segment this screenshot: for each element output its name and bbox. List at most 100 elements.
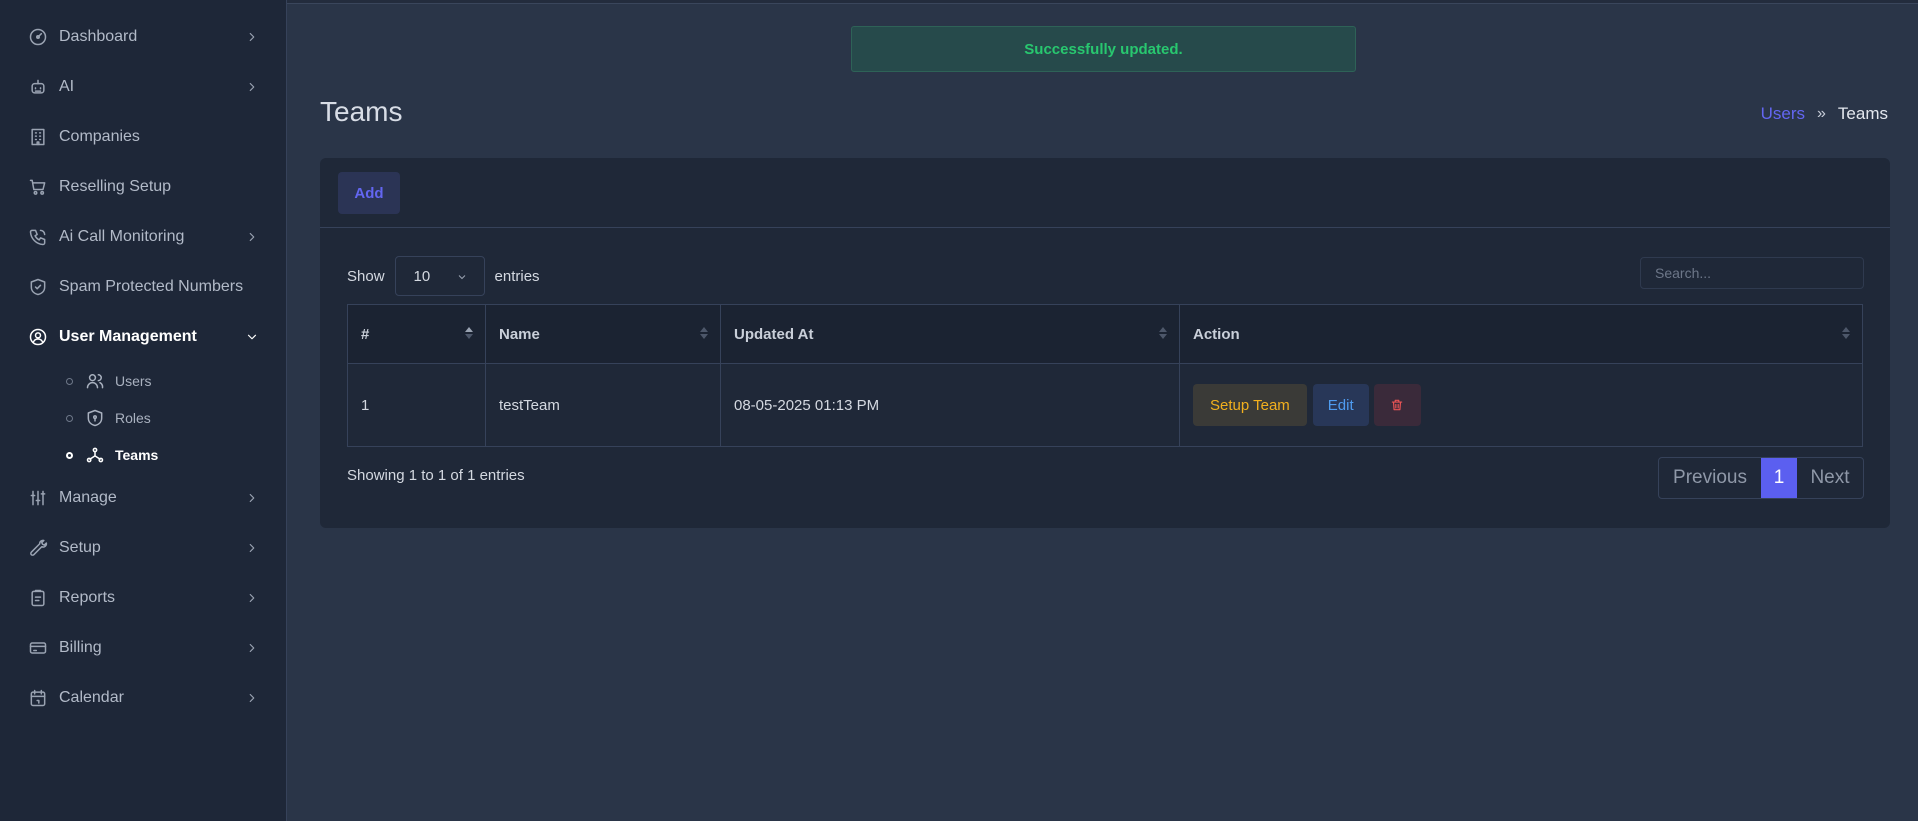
clipboard-icon (28, 588, 48, 608)
chevron-right-icon (245, 230, 259, 244)
chevron-right-icon (245, 541, 259, 555)
search-input[interactable] (1640, 257, 1864, 289)
sidebar-item-reports[interactable]: Reports (0, 573, 287, 623)
table-row: 1 testTeam 08-05-2025 01:13 PM Setup Tea… (347, 363, 1863, 447)
chevron-down-icon (456, 270, 468, 282)
sidebar-item-user-management[interactable]: User Management (0, 312, 287, 362)
column-header-label: Name (499, 325, 540, 343)
wrench-icon (28, 538, 48, 558)
sidebar-item-label: User Management (59, 328, 197, 345)
sort-icon (1842, 327, 1850, 341)
breadcrumb-current: Teams (1837, 104, 1888, 123)
chevron-right-icon (245, 641, 259, 655)
chevron-right-icon (245, 691, 259, 705)
sidebar-subitem-teams[interactable]: Teams (0, 437, 287, 473)
bullet-icon (66, 377, 73, 385)
column-header-updated-at[interactable]: Updated At (720, 304, 1180, 364)
page-length-select[interactable]: 10 (394, 256, 485, 296)
previous-page-button[interactable]: Previous (1659, 458, 1761, 498)
sidebar-item-label: Spam Protected Numbers (59, 278, 244, 295)
sidebar-item-spam-protected-numbers[interactable]: Spam Protected Numbers (0, 262, 287, 312)
sidebar-subitem-label: Roles (115, 410, 151, 426)
chevron-down-icon (245, 330, 259, 344)
sidebar-item-billing[interactable]: Billing (0, 623, 287, 673)
column-header-action[interactable]: Action (1179, 304, 1863, 364)
sidebar-item-label: Reports (59, 589, 116, 606)
breadcrumb: Users » Teams (1761, 104, 1888, 124)
page-length-control: Show 10 entries (347, 256, 540, 296)
sidebar-item-label: Billing (59, 639, 102, 656)
sidebar-item-companies[interactable]: Companies (0, 112, 287, 162)
chevron-right-icon (245, 30, 259, 44)
sidebar-item-label: Companies (59, 128, 140, 145)
breadcrumb-link-users[interactable]: Users (1761, 104, 1805, 124)
cart-icon (28, 177, 48, 197)
shield-check-icon (28, 277, 48, 297)
table-info: Showing 1 to 1 of 1 entries (347, 467, 525, 484)
sidebar-item-ai[interactable]: AI (0, 62, 287, 112)
bullet-icon (66, 414, 73, 422)
sidebar-item-ai-call-monitoring[interactable]: Ai Call Monitoring (0, 212, 287, 262)
chevron-right-icon (245, 80, 259, 94)
sidebar-item-label: Ai Call Monitoring (59, 228, 185, 245)
pagination: Previous 1 Next (1658, 457, 1864, 499)
sort-icon (1159, 327, 1167, 341)
sidebar-item-label: Setup (59, 539, 101, 556)
page-title: Teams (320, 96, 403, 127)
sidebar-item-dashboard[interactable]: Dashboard (0, 12, 287, 62)
sidebar-item-label: Manage (59, 489, 117, 506)
sort-icon (700, 327, 708, 341)
setup-team-button[interactable]: Setup Team (1193, 384, 1307, 426)
card-header: Add (320, 158, 1890, 228)
cell-index: 1 (347, 363, 486, 447)
sidebar-item-label: Calendar (59, 689, 124, 706)
add-button[interactable]: Add (338, 172, 400, 214)
top-bar (287, 0, 1918, 4)
phone-icon (28, 227, 48, 247)
credit-card-icon (28, 638, 48, 658)
sidebar-subitem-users[interactable]: Users (0, 363, 287, 399)
sidebar-subitem-roles[interactable]: Roles (0, 400, 287, 436)
chevron-right-icon (245, 591, 259, 605)
sliders-icon (28, 488, 48, 508)
delete-button[interactable] (1373, 384, 1421, 426)
trash-icon (1390, 398, 1404, 412)
calendar-icon (28, 688, 48, 708)
breadcrumb-separator: » (1817, 105, 1826, 122)
sidebar-item-label: Dashboard (59, 28, 138, 45)
sidebar-item-label: AI (59, 78, 75, 95)
edit-button[interactable]: Edit (1312, 384, 1369, 426)
page-button-1[interactable]: 1 (1761, 458, 1797, 498)
column-header-label: Updated At (734, 325, 814, 343)
sidebar-subitem-label: Teams (115, 447, 159, 463)
column-header-name[interactable]: Name (485, 304, 721, 364)
user-circle-icon (28, 327, 48, 347)
success-alert: Successfully updated. (851, 26, 1356, 72)
row-actions: Setup Team Edit (1193, 384, 1862, 426)
cell-updated-at: 08-05-2025 01:13 PM (720, 363, 1180, 447)
cell-name: testTeam (485, 363, 721, 447)
shield-icon (85, 408, 105, 428)
page-length-value: 10 (413, 267, 431, 285)
sidebar-item-reselling-setup[interactable]: Reselling Setup (0, 162, 287, 212)
teams-card: Add Show 10 entries # Name Updated At (320, 158, 1890, 528)
sidebar-item-setup[interactable]: Setup (0, 523, 287, 573)
team-nodes-icon (85, 445, 105, 465)
sidebar-item-label: Reselling Setup (59, 178, 172, 195)
robot-icon (28, 77, 48, 97)
sort-icon (465, 327, 473, 341)
entries-label: entries (494, 267, 540, 285)
column-header-label: # (361, 325, 370, 343)
column-header-index[interactable]: # (347, 304, 486, 364)
sidebar-item-calendar[interactable]: Calendar (0, 673, 287, 723)
sidebar-subitem-label: Users (115, 373, 152, 389)
cell-actions: Setup Team Edit (1179, 363, 1863, 447)
next-page-button[interactable]: Next (1797, 458, 1863, 498)
show-label: Show (347, 267, 385, 285)
sidebar-item-manage[interactable]: Manage (0, 473, 287, 523)
building-icon (28, 127, 48, 147)
gauge-icon (28, 27, 48, 47)
teams-table: # Name Updated At Action 1 testTeam 08-0… (347, 304, 1863, 447)
chevron-right-icon (245, 491, 259, 505)
users-icon (85, 371, 105, 391)
